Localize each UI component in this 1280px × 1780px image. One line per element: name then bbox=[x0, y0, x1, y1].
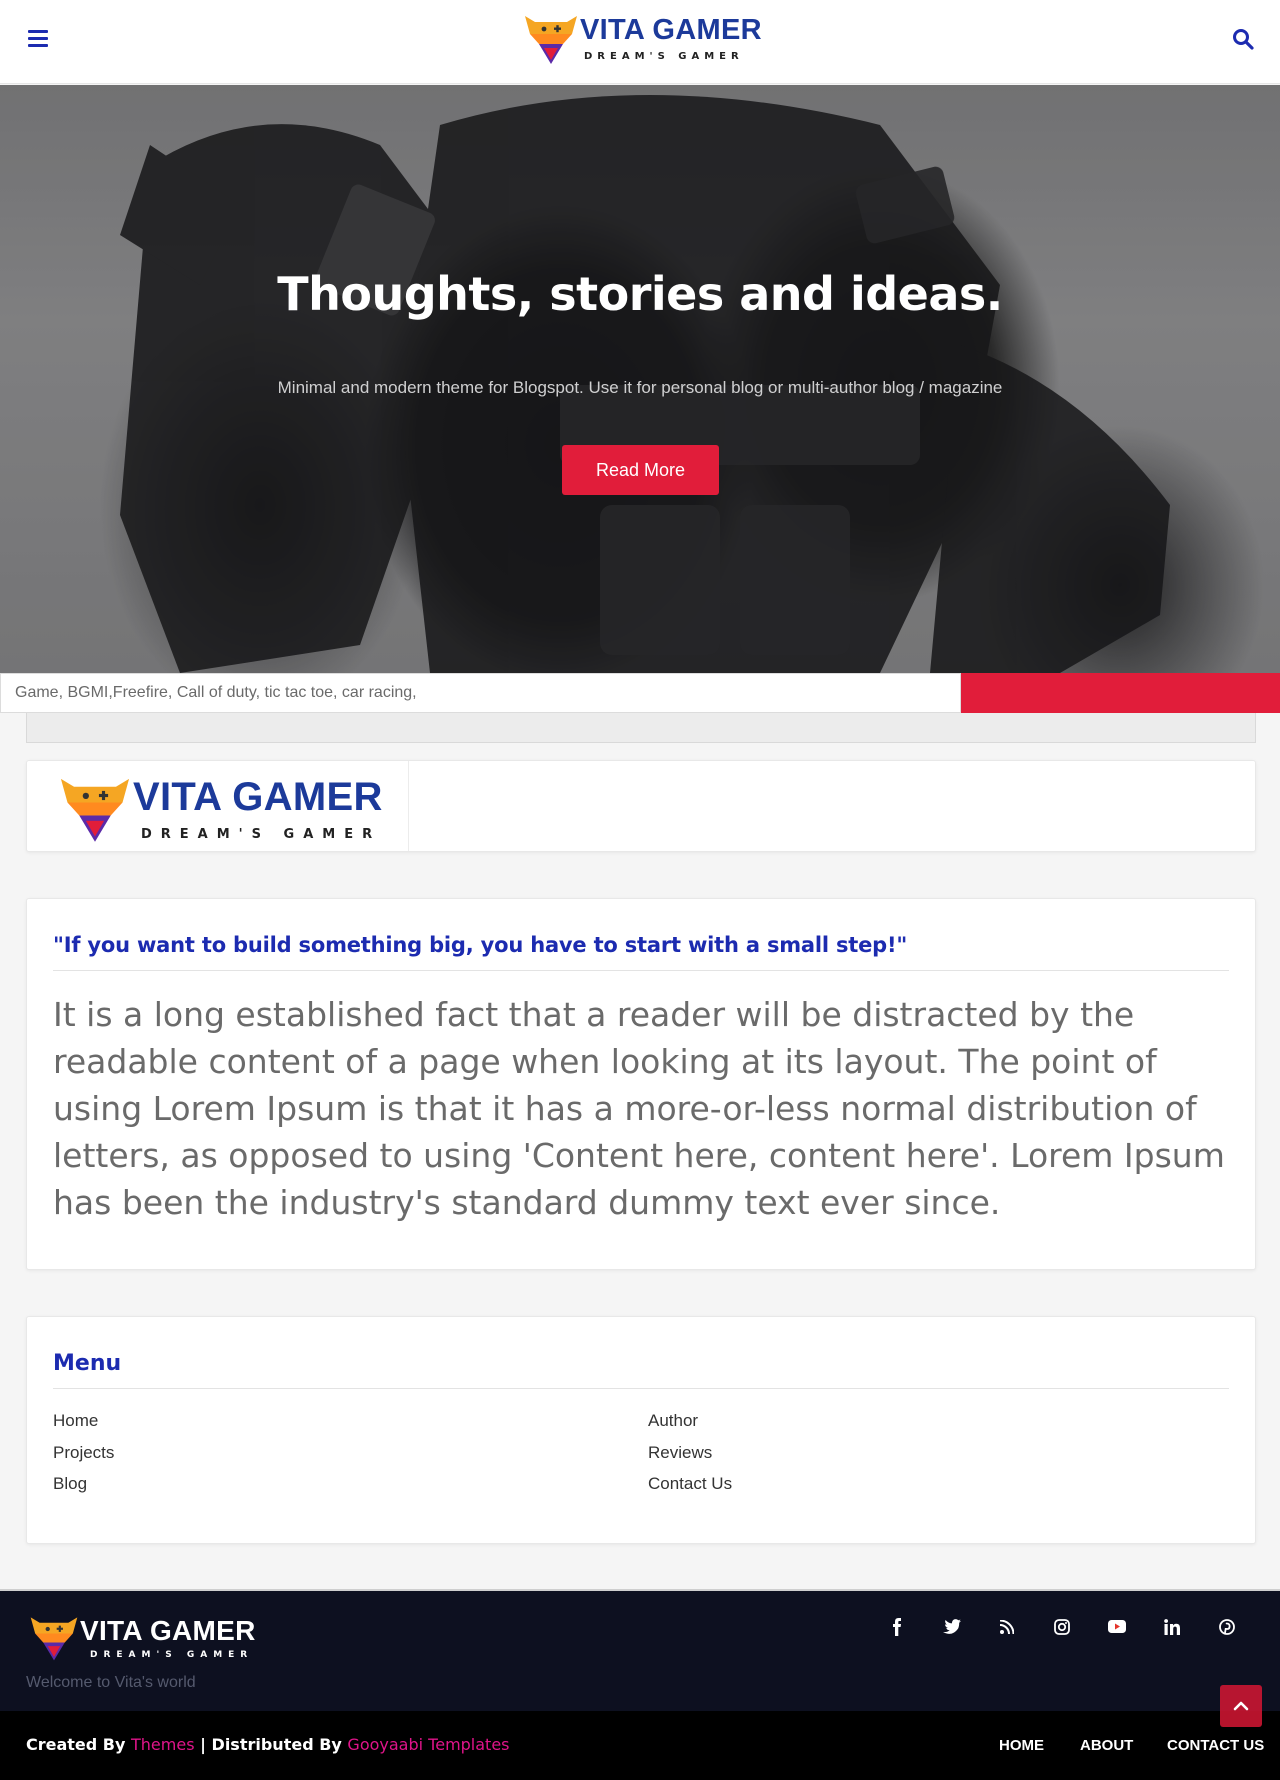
footer-nav-contact-us[interactable]: CONTACT US bbox=[1167, 1737, 1264, 1754]
menu-title: Menu bbox=[53, 1351, 122, 1376]
search-bar bbox=[0, 673, 1280, 713]
back-to-top-button[interactable] bbox=[1220, 1685, 1262, 1727]
twitter-icon[interactable] bbox=[931, 1606, 972, 1647]
menu-widget: Menu Home Projects Blog Author Reviews C… bbox=[26, 1316, 1256, 1544]
read-more-button[interactable]: Read More bbox=[562, 445, 719, 495]
linkedin-icon[interactable] bbox=[1151, 1606, 1192, 1647]
menu-item-contact-us[interactable]: Contact Us bbox=[648, 1474, 732, 1506]
rss-icon[interactable] bbox=[986, 1606, 1027, 1647]
quote-widget: "If you want to build something big, you… bbox=[26, 898, 1256, 1270]
footer-credits: Created By Themes | Distributed By Gooya… bbox=[26, 1735, 510, 1754]
logo-widget: VITA GAMER DREAM'S GAMER bbox=[26, 760, 1256, 852]
menu-item-reviews[interactable]: Reviews bbox=[648, 1443, 732, 1475]
quote-title: "If you want to build something big, you… bbox=[53, 933, 908, 957]
menu-item-blog[interactable]: Blog bbox=[53, 1474, 114, 1506]
hamburger-icon[interactable] bbox=[28, 30, 48, 48]
menu-item-projects[interactable]: Projects bbox=[53, 1443, 114, 1475]
menu-list-left: Home Projects Blog bbox=[53, 1411, 114, 1506]
footer-welcome-text: Welcome to Vita's world bbox=[26, 1674, 196, 1691]
menu-item-home[interactable]: Home bbox=[53, 1411, 114, 1443]
footer-nav-home[interactable]: HOME bbox=[999, 1737, 1044, 1754]
site-header: VITA GAMER DREAM'S GAMER bbox=[0, 0, 1280, 84]
footer-logo[interactable]: VITA GAMER DREAM'S GAMER bbox=[28, 1613, 256, 1663]
distributor-link[interactable]: Gooyaabi Templates bbox=[347, 1735, 509, 1754]
logo-mark-icon bbox=[30, 1617, 78, 1661]
logo-mark-icon bbox=[60, 778, 130, 842]
hero-subtitle: Minimal and modern theme for Blogspot. U… bbox=[277, 378, 1003, 397]
instagram-icon[interactable] bbox=[1041, 1606, 1082, 1647]
facebook-icon[interactable] bbox=[876, 1606, 917, 1647]
logo-brand: VITA GAMER bbox=[580, 14, 762, 46]
search-submit-button[interactable] bbox=[961, 673, 1280, 713]
hero-banner: Thoughts, stories and ideas. Minimal and… bbox=[0, 85, 1280, 673]
menu-item-author[interactable]: Author bbox=[648, 1411, 732, 1443]
search-icon[interactable] bbox=[1232, 28, 1254, 50]
credits-created-by: Created By bbox=[26, 1735, 126, 1754]
search-input[interactable] bbox=[0, 673, 961, 713]
logo-tagline: DREAM'S GAMER bbox=[584, 51, 744, 62]
footer-nav-about[interactable]: ABOUT bbox=[1080, 1737, 1133, 1754]
hero-title: Thoughts, stories and ideas. bbox=[277, 267, 1003, 321]
logo-widget-image: VITA GAMER DREAM'S GAMER bbox=[37, 761, 409, 851]
logo-tagline: DREAM'S GAMER bbox=[141, 827, 382, 842]
footer-bottom-bar: Created By Themes | Distributed By Gooya… bbox=[0, 1711, 1280, 1780]
youtube-icon[interactable] bbox=[1096, 1606, 1137, 1647]
site-logo[interactable]: VITA GAMER DREAM'S GAMER bbox=[522, 12, 762, 66]
pinterest-icon[interactable] bbox=[1206, 1606, 1247, 1647]
logo-brand: VITA GAMER bbox=[133, 775, 383, 819]
divider bbox=[53, 1388, 1229, 1389]
logo-brand: VITA GAMER bbox=[80, 1614, 256, 1646]
widget-logo[interactable]: VITA GAMER DREAM'S GAMER bbox=[57, 773, 383, 845]
chevron-up-icon bbox=[1233, 1701, 1249, 1711]
quote-body: It is a long established fact that a rea… bbox=[53, 995, 1225, 1222]
logo-tagline: DREAM'S GAMER bbox=[90, 1649, 254, 1660]
themes-link[interactable]: Themes bbox=[131, 1735, 195, 1754]
menu-list-right: Author Reviews Contact Us bbox=[648, 1411, 732, 1506]
ad-placeholder bbox=[26, 713, 1256, 743]
credits-separator: | Distributed By bbox=[200, 1735, 342, 1754]
divider bbox=[53, 970, 1229, 971]
logo-mark-icon bbox=[525, 16, 577, 64]
